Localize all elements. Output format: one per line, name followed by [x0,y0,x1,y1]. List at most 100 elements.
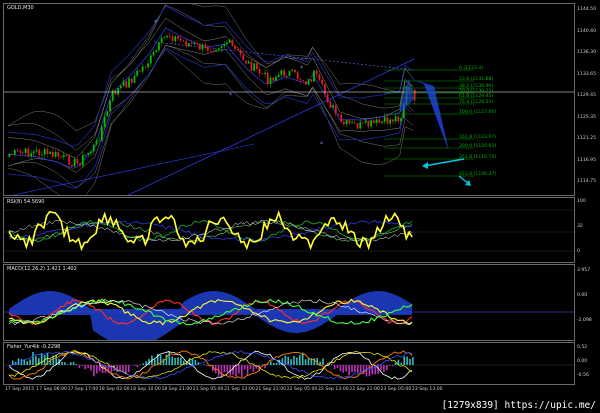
rsi-shadow-line [8,210,413,251]
candle-body [128,78,130,88]
macd-pane[interactable]: MACD(12,26,2) 1.421 1.402 [3,264,575,341]
candle-body [283,70,285,76]
fisher-histogram-bar [348,365,350,376]
macd-canvas [4,291,574,340]
candle-body [285,75,288,77]
fisher-histogram-bar [246,365,249,375]
channel-line [127,58,415,195]
fisher-histogram-bar [75,364,78,365]
candle-body [212,50,215,52]
fisher-histogram-bar [119,365,121,371]
candle-body [253,63,256,71]
candle-body [255,63,258,70]
fisher-histogram-bar [394,362,397,365]
fisher-histogram-bar [243,365,246,370]
rsi-pane[interactable]: RSI(8) 54.5690 [3,197,575,263]
candle-body [71,164,73,167]
candle-body [310,79,313,82]
fisher-axis: 0.52 0.00 -0.56 [575,342,600,385]
candle-body [245,60,247,64]
candle-body [193,43,196,45]
candle-body [299,79,302,81]
candle-body [160,37,163,43]
price-chart-pane[interactable]: * * * * GOLD,M30 0 (1133.4) 23.6 (1131.88) 38… [3,3,575,196]
channel-line [11,143,255,195]
candle-body [73,159,76,167]
candle-body [375,119,378,124]
fisher-histogram-bar [345,365,347,372]
candle-body [179,38,182,41]
candle-body [343,121,345,125]
fisher-histogram-bar [380,365,382,371]
candle-body [247,61,250,64]
candle-body [87,153,90,155]
fisher-histogram-bar [354,365,356,372]
candle-body [41,154,43,156]
candle-body [264,72,266,75]
fisher-histogram-bar [90,365,92,371]
fisher-histogram-bar [194,359,197,365]
fisher-histogram-bar [72,361,75,365]
candle-body [139,70,141,72]
candle-body [119,86,122,89]
candle-body [51,151,54,157]
fisher-histogram-bar [203,364,205,365]
candle-body [337,113,340,115]
fisher-histogram-bar [55,355,57,365]
fib-level-label: 23.6 (1131.88) [459,77,494,82]
rsi-axis: 100 32 0 [575,197,600,263]
macd-axis-label: 3.957 [577,268,591,273]
time-axis-label: 23 Sep 13:00 [411,387,443,392]
candle-body [16,149,19,151]
moving-average [7,47,411,189]
fib-level-label: 200.0 (1120.63) [459,144,497,149]
fisher-histogram-bar [162,358,165,365]
fisher-histogram-bar [87,365,89,368]
fisher-histogram-bar [98,365,101,372]
fisher-histogram-bar [403,356,405,365]
price-axis[interactable]: 1144.50 1140.40 1136.30 1133.65 1129.45 1125.… [575,3,600,196]
fisher-histogram-bar [409,358,411,365]
candle-body [32,151,35,154]
rsi-axis-label: 100 [577,199,586,204]
fisher-pane[interactable]: Fisher_Yur4ik -0.2298 [3,342,575,385]
symbol-label: GOLD,M30 [7,5,34,11]
fisher-histogram-bar [136,365,139,368]
candle-body [174,36,177,42]
fisher-histogram-bar [252,365,255,372]
candle-body [394,116,397,122]
fisher-histogram-bar [165,354,168,365]
price-axis-label: 1133.65 [577,71,596,77]
candle-body [236,48,239,51]
candle-body [318,74,321,80]
candle-body [326,94,329,103]
candle-body [22,152,24,154]
fractal-marker: * [229,92,232,99]
candle-body [231,39,234,46]
fib-level-label: 61.8 (1129.45) [459,94,494,99]
candle-body [177,36,179,39]
fisher-histogram-bar [330,364,333,365]
candle-body [79,163,81,166]
fisher-histogram-bar [293,355,295,365]
fib-level-label: 76.4 (1128.51) [459,100,494,105]
time-axis-label: 21 Sep 05:00 [192,387,224,392]
envelope-line [7,5,414,151]
candle-body [152,52,155,56]
fisher-histogram-bar [81,365,84,367]
candle-body [209,50,212,52]
candle-body [215,49,217,52]
time-axis-label: 22 Sep 13:00 [318,387,349,392]
fisher-histogram-bar [238,365,240,374]
projection-arrow-head [422,162,428,169]
candle-body [307,79,310,85]
fisher-histogram-bar [220,365,223,377]
fib-level-label: 0 (1133.4) [459,66,484,71]
macd-axis-label: -2.098 [577,318,592,323]
watermark: [1279x839] https://upic.me/ [441,400,596,411]
fisher-histogram-bar [307,358,310,365]
candle-body [163,37,166,39]
fisher-histogram-bar [223,365,226,373]
candle-body [185,41,188,47]
candle-body [166,35,169,38]
